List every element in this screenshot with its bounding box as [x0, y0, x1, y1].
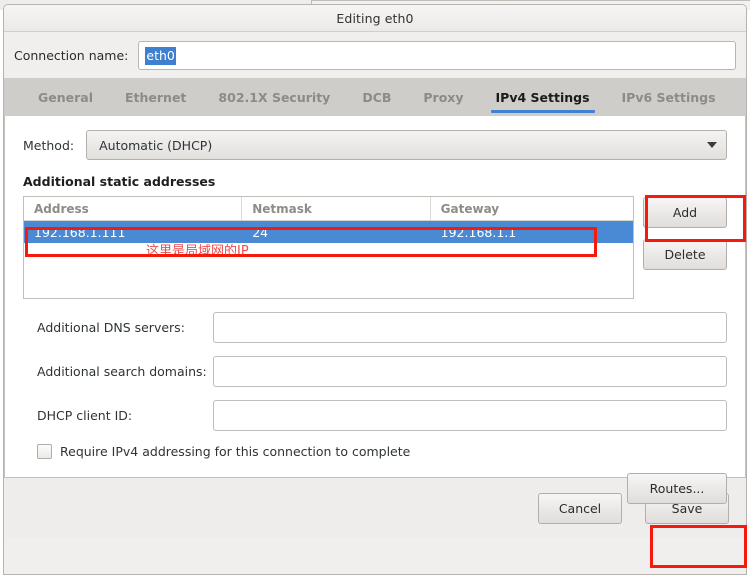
- delete-button[interactable]: Delete: [643, 239, 727, 270]
- table-header-row: Address Netmask Gateway: [24, 197, 633, 221]
- cell-gateway: 192.168.1.1: [440, 224, 517, 240]
- column-header-netmask[interactable]: Netmask: [242, 197, 431, 220]
- dhcp-client-id-row: DHCP client ID:: [23, 400, 727, 431]
- tab-ethernet[interactable]: Ethernet: [109, 78, 202, 116]
- tab-ipv4-settings[interactable]: IPv4 Settings: [480, 78, 606, 116]
- addresses-side-buttons: Add Delete: [643, 196, 727, 270]
- addresses-table[interactable]: Address Netmask Gateway 192.168.1.111 24…: [23, 196, 634, 299]
- connection-name-input[interactable]: eth0: [138, 41, 736, 70]
- tab-label: 802.1X Security: [218, 89, 331, 105]
- cell-netmask: 24: [252, 224, 269, 240]
- search-domains-input[interactable]: [213, 356, 727, 387]
- method-row: Method: Automatic (DHCP): [23, 130, 727, 160]
- connection-name-label: Connection name:: [14, 48, 129, 63]
- annotation-lan-ip-text: 这里是局域网的IP: [146, 244, 249, 259]
- title-bar: Editing eth0: [4, 5, 746, 32]
- tab-label: General: [38, 89, 93, 105]
- tab-dcb[interactable]: DCB: [346, 78, 407, 116]
- tab-label: IPv4 Settings: [495, 89, 590, 105]
- column-header-gateway[interactable]: Gateway: [431, 197, 633, 220]
- routes-row: Routes...: [23, 473, 727, 504]
- method-label: Method:: [23, 137, 75, 153]
- table-row[interactable]: 192.168.1.111 24 192.168.1.1: [24, 221, 633, 243]
- column-header-address[interactable]: Address: [24, 197, 243, 220]
- require-ipv4-row[interactable]: Require IPv4 addressing for this connect…: [23, 444, 727, 459]
- tab-proxy[interactable]: Proxy: [407, 78, 479, 116]
- tab-label: Proxy: [423, 89, 464, 105]
- dns-servers-input[interactable]: [213, 312, 727, 343]
- tab-bar: General Ethernet 802.1X Security DCB Pro…: [4, 78, 746, 116]
- addresses-area: Address Netmask Gateway 192.168.1.111 24…: [23, 196, 727, 299]
- connection-name-row: Connection name: eth0: [4, 32, 746, 78]
- tab-label: Ethernet: [125, 89, 187, 105]
- chevron-down-icon: [707, 142, 717, 148]
- ipv4-settings-panel: Method: Automatic (DHCP) Additional stat…: [4, 116, 746, 504]
- require-ipv4-label: Require IPv4 addressing for this connect…: [60, 444, 411, 459]
- dhcp-client-id-label: DHCP client ID:: [37, 408, 133, 423]
- add-button[interactable]: Add: [643, 197, 727, 228]
- editing-connection-dialog: Editing eth0 Connection name: eth0 Gener…: [3, 4, 747, 575]
- additional-static-addresses-title: Additional static addresses: [23, 174, 216, 189]
- dns-servers-label: Additional DNS servers:: [37, 320, 185, 335]
- dhcp-client-id-input[interactable]: [213, 400, 727, 431]
- tab-general[interactable]: General: [22, 78, 109, 116]
- search-domains-label: Additional search domains:: [37, 364, 207, 379]
- method-selected-value: Automatic (DHCP): [99, 137, 213, 153]
- connection-name-value: eth0: [145, 46, 176, 65]
- tab-ipv6-settings[interactable]: IPv6 Settings: [606, 78, 732, 116]
- dns-servers-row: Additional DNS servers:: [23, 312, 727, 343]
- tab-802-1x-security[interactable]: 802.1X Security: [202, 78, 346, 116]
- routes-button[interactable]: Routes...: [627, 473, 727, 504]
- window-title: Editing eth0: [336, 10, 414, 26]
- tab-label: IPv6 Settings: [621, 89, 716, 105]
- require-ipv4-checkbox[interactable]: [37, 444, 52, 459]
- search-domains-row: Additional search domains:: [23, 356, 727, 387]
- tab-label: DCB: [362, 89, 392, 105]
- method-dropdown[interactable]: Automatic (DHCP): [86, 130, 727, 160]
